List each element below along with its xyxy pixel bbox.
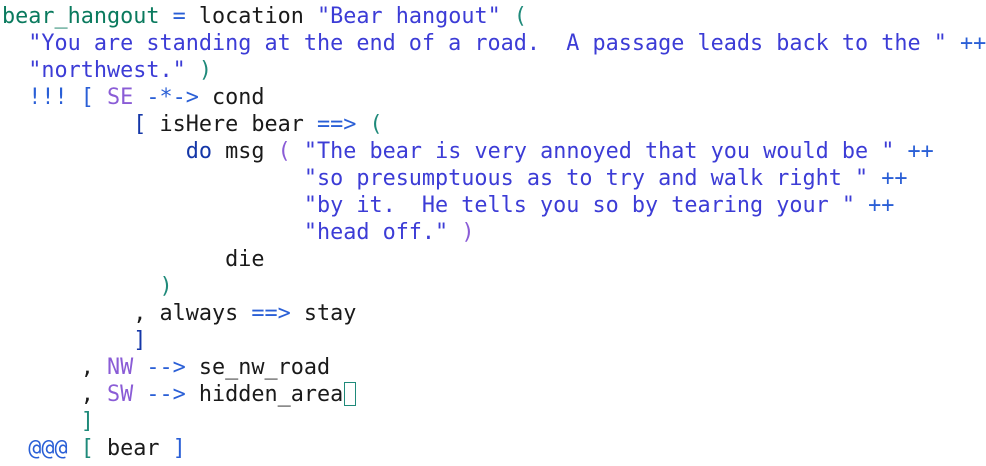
code-token-keyword: ] xyxy=(133,328,147,353)
code-line[interactable]: "so presumptuous as to try and walk righ… xyxy=(2,165,908,192)
code-line[interactable]: "northwest." ) xyxy=(2,57,212,84)
code-line[interactable]: , always ==> stay xyxy=(2,300,356,327)
code-token-string: "northwest." xyxy=(28,58,186,83)
code-token-plain: stay xyxy=(290,301,357,326)
code-line[interactable]: "by it. He tells you so by tearing your … xyxy=(2,192,895,219)
text-cursor xyxy=(344,382,357,406)
code-line[interactable]: ] xyxy=(2,408,94,435)
code-token-paren: ] xyxy=(80,409,94,434)
code-line[interactable]: ] xyxy=(2,327,146,354)
code-token-string: "Bear hangout" xyxy=(316,4,501,29)
code-editor[interactable]: bear_hangout = location "Bear hangout" (… xyxy=(0,0,986,466)
code-token-paren: [ xyxy=(80,436,94,461)
code-token-operator: ==> xyxy=(251,301,291,326)
code-line[interactable]: !!! [ SE -*-> cond xyxy=(2,84,265,111)
code-token-keyword: [ xyxy=(133,112,147,137)
code-token-plain: isHere bear xyxy=(146,112,317,137)
code-token-plain: se_nw_road xyxy=(185,355,331,380)
code-token-paren: ) xyxy=(159,274,173,299)
code-token-string: "by it. He tells you so by tearing your … xyxy=(303,193,855,218)
code-line[interactable]: , NW --> se_nw_road xyxy=(2,354,330,381)
code-token-operator: --> xyxy=(146,355,186,380)
code-token-operator: ==> xyxy=(316,112,357,137)
code-token-operator: ++ xyxy=(881,166,908,191)
code-token-constructor: NW xyxy=(107,355,134,380)
code-token-plain: cond xyxy=(198,85,265,110)
code-line[interactable]: , SW --> hidden_area xyxy=(2,381,357,408)
code-token-operator: @@@ xyxy=(28,436,68,461)
code-token-paren: ( xyxy=(513,4,527,29)
code-token-plain: location xyxy=(185,4,317,29)
code-token-plain: msg xyxy=(211,139,278,164)
code-token-definition: bear_hangout xyxy=(2,4,160,29)
code-token-operator: ] xyxy=(172,436,186,461)
code-token-operator: ++ xyxy=(959,31,986,56)
code-line[interactable]: bear_hangout = location "Bear hangout" ( xyxy=(2,3,527,30)
code-token-string: "You are standing at the end of a road. … xyxy=(28,31,947,56)
code-token-plain: hidden_area xyxy=(185,382,344,407)
code-line[interactable]: @@@ [ bear ] xyxy=(2,435,186,462)
code-line[interactable]: die xyxy=(2,246,264,273)
code-token-plain: , always xyxy=(133,301,252,326)
code-token-operator: !!! xyxy=(28,85,68,110)
code-token-operator: --> xyxy=(146,382,186,407)
code-token-operator: -*-> xyxy=(146,85,199,110)
code-token-keyword: do xyxy=(185,139,212,164)
code-token-string: "The bear is very annoyed that you would… xyxy=(303,139,895,164)
code-token-paren: ) xyxy=(198,58,212,83)
code-token-plain: bear xyxy=(93,436,173,461)
code-token-string: "head off." xyxy=(303,220,449,245)
code-token-operator: [ xyxy=(80,85,94,110)
code-line[interactable]: [ isHere bear ==> ( xyxy=(2,111,383,138)
code-line[interactable]: "You are standing at the end of a road. … xyxy=(2,30,986,57)
code-line[interactable]: "head off." ) xyxy=(2,219,475,246)
code-token-string: "so presumptuous as to try and walk righ… xyxy=(303,166,869,191)
code-token-operator: ++ xyxy=(868,193,895,218)
code-token-constructor: ) xyxy=(461,220,475,245)
code-token-plain: , xyxy=(80,382,107,407)
code-token-constructor: ( xyxy=(277,139,291,164)
code-line[interactable]: ) xyxy=(2,273,173,300)
code-token-operator: = xyxy=(172,4,186,29)
code-token-operator: ++ xyxy=(907,139,934,164)
code-token-plain: die xyxy=(225,247,265,272)
code-token-plain: , xyxy=(80,355,107,380)
code-token-constructor: SW xyxy=(107,382,134,407)
code-token-paren: ( xyxy=(369,112,383,137)
code-line[interactable]: do msg ( "The bear is very annoyed that … xyxy=(2,138,934,165)
code-token-constructor: SE xyxy=(107,85,134,110)
